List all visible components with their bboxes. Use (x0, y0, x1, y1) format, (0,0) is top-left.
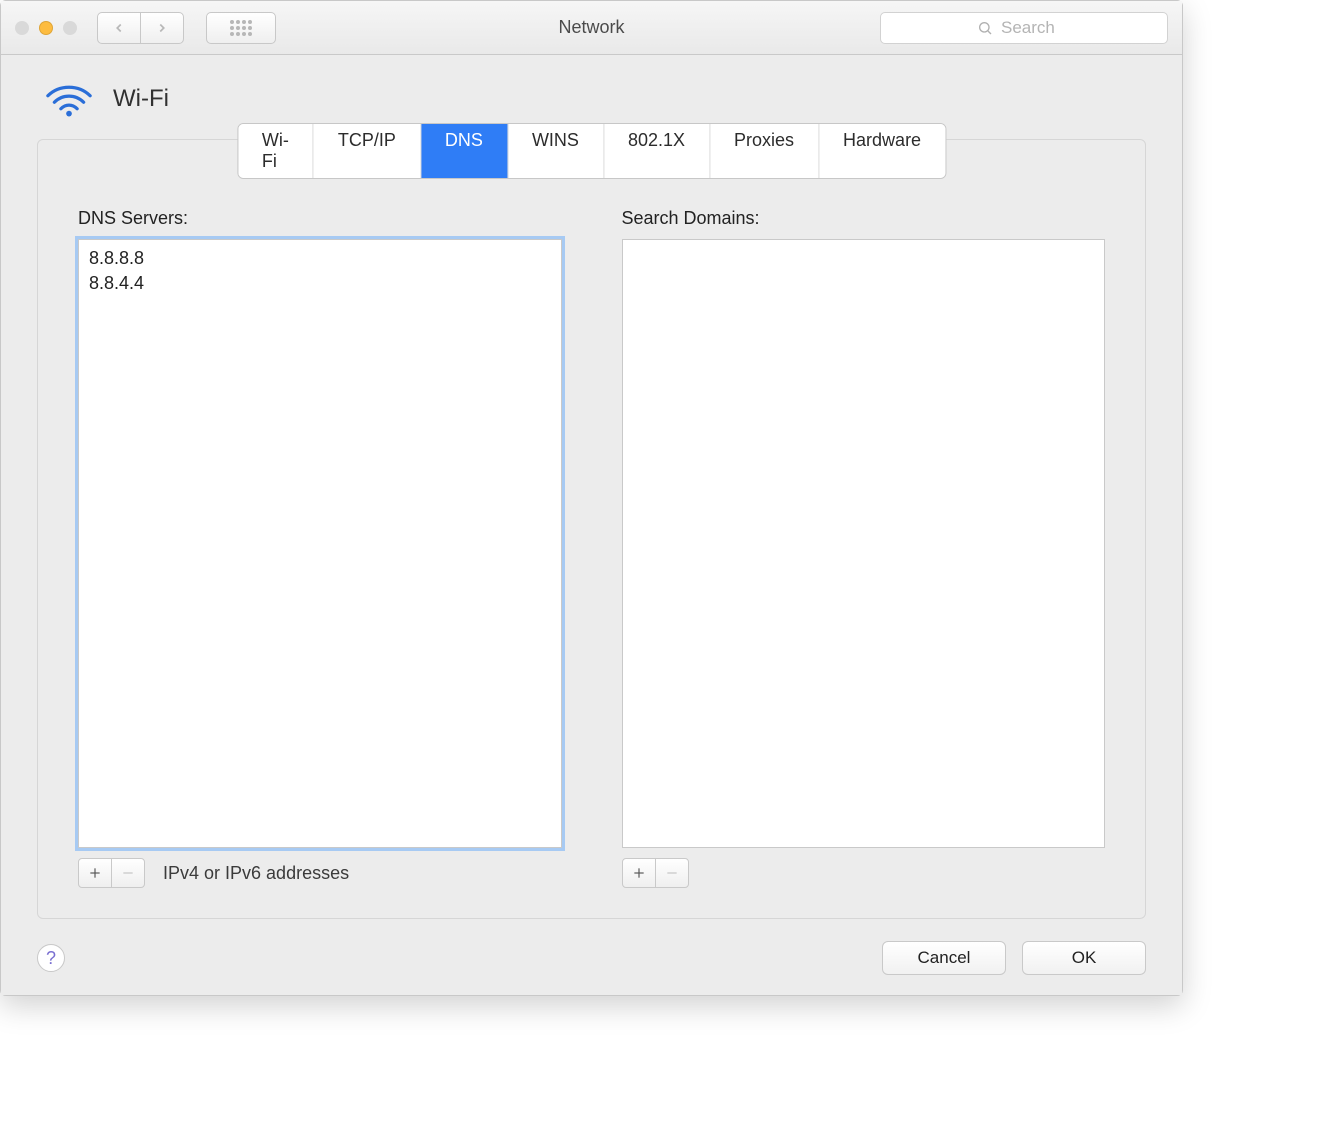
dns-server-row[interactable]: 8.8.8.8 (87, 246, 553, 271)
dns-server-row[interactable]: 8.8.4.4 (87, 271, 553, 296)
dns-columns: DNS Servers: 8.8.8.88.8.4.4 IPv4 or IPv6… (78, 208, 1105, 888)
sheet: Wi-Fi Wi-FiTCP/IPDNSWINS802.1XProxiesHar… (1, 55, 1182, 995)
titlebar: Network (1, 1, 1182, 55)
interface-name: Wi-Fi (113, 85, 169, 113)
network-preferences-window: Network Wi-Fi Wi-FiTCP/IPDNSWINS802.1XPr… (0, 0, 1183, 996)
tab-802-1x[interactable]: 802.1X (604, 124, 710, 178)
tab-wins[interactable]: WINS (508, 124, 604, 178)
search-input[interactable] (1001, 18, 1071, 38)
minus-icon (121, 866, 135, 880)
close-window-button[interactable] (15, 21, 29, 35)
tab-dns[interactable]: DNS (421, 124, 508, 178)
back-button[interactable] (97, 12, 141, 44)
tab-proxies[interactable]: Proxies (710, 124, 819, 178)
tab-bar: Wi-FiTCP/IPDNSWINS802.1XProxiesHardware (237, 123, 946, 179)
plus-icon (632, 866, 646, 880)
search-icon (977, 20, 993, 36)
search-domains-label: Search Domains: (622, 208, 1106, 229)
dns-plus-minus (78, 858, 145, 888)
dns-servers-list[interactable]: 8.8.8.88.8.4.4 (78, 239, 562, 848)
domains-remove-button[interactable] (655, 858, 689, 888)
footer-buttons: Cancel OK (882, 941, 1146, 975)
domains-plus-minus (622, 858, 689, 888)
zoom-window-button[interactable] (63, 21, 77, 35)
interface-header: Wi-Fi (37, 79, 1146, 119)
minus-icon (665, 866, 679, 880)
dns-remove-button[interactable] (111, 858, 145, 888)
domains-add-button[interactable] (622, 858, 656, 888)
search-domains-list[interactable] (622, 239, 1106, 848)
dns-servers-column: DNS Servers: 8.8.8.88.8.4.4 IPv4 or IPv6… (78, 208, 562, 888)
tab-wi-fi[interactable]: Wi-Fi (238, 124, 314, 178)
chevron-right-icon (155, 21, 169, 35)
forward-button[interactable] (140, 12, 184, 44)
help-button[interactable]: ? (37, 944, 65, 972)
help-icon: ? (46, 948, 56, 969)
minimize-window-button[interactable] (39, 21, 53, 35)
cancel-button[interactable]: Cancel (882, 941, 1006, 975)
search-domains-column: Search Domains: (622, 208, 1106, 888)
tab-hardware[interactable]: Hardware (819, 124, 945, 178)
wifi-icon (43, 79, 95, 119)
chevron-left-icon (112, 21, 126, 35)
plus-icon (88, 866, 102, 880)
settings-group: Wi-FiTCP/IPDNSWINS802.1XProxiesHardware … (37, 139, 1146, 919)
search-field[interactable] (880, 12, 1168, 44)
dns-add-button[interactable] (78, 858, 112, 888)
nav-buttons (97, 12, 184, 44)
domains-under-row (622, 858, 1106, 888)
dns-under-row: IPv4 or IPv6 addresses (78, 858, 562, 888)
dns-hint: IPv4 or IPv6 addresses (163, 863, 349, 884)
grid-icon (229, 19, 253, 37)
ok-button[interactable]: OK (1022, 941, 1146, 975)
show-all-button[interactable] (206, 12, 276, 44)
tab-tcp-ip[interactable]: TCP/IP (314, 124, 421, 178)
dns-servers-label: DNS Servers: (78, 208, 562, 229)
window-controls (15, 21, 77, 35)
footer: ? Cancel OK (37, 941, 1146, 975)
